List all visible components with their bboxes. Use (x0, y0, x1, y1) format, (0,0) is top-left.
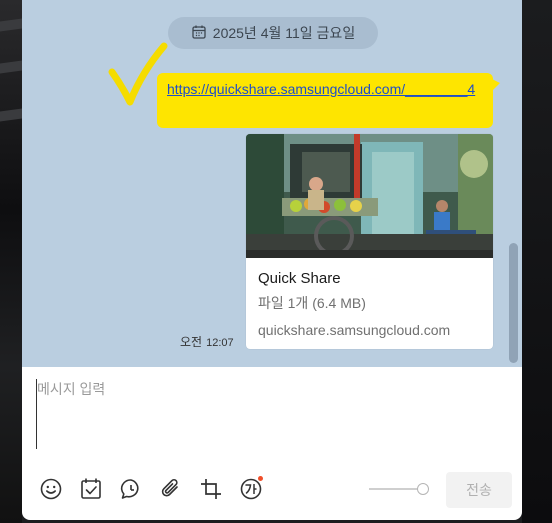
message-link[interactable]: https://quickshare.samsungcloud.com/____… (167, 81, 475, 97)
card-title: Quick Share (258, 270, 341, 287)
send-button[interactable]: 전송 (446, 472, 512, 508)
calendar-check-icon[interactable] (78, 476, 104, 502)
message-timestamp: 오전 12:07 (180, 333, 234, 350)
slider-track (369, 488, 423, 490)
message-area[interactable]: 2025년 4월 11일 금요일 https://quickshare.sams… (22, 0, 522, 367)
date-divider: 2025년 4월 11일 금요일 (168, 17, 378, 49)
composer-toolbar (38, 476, 264, 504)
link-preview-card[interactable]: Quick Share 파일 1개 (6.4 MB) quickshare.sa… (246, 134, 493, 349)
desktop-background-right (522, 0, 552, 523)
preview-thumbnail (246, 134, 493, 258)
calendar-icon (191, 24, 207, 43)
font-size-slider[interactable] (369, 482, 431, 496)
desktop-background-left (0, 0, 22, 523)
crop-icon[interactable] (198, 476, 224, 502)
date-label: 2025년 4월 11일 금요일 (212, 25, 356, 41)
emoji-icon[interactable] (38, 476, 64, 502)
chat-scrollbar[interactable] (509, 243, 518, 363)
card-file-info: 파일 1개 (6.4 MB) (258, 295, 366, 311)
card-host: quickshare.samsungcloud.com (258, 322, 451, 338)
timestamp-time: 12:07 (206, 337, 234, 349)
sent-message-bubble[interactable]: https://quickshare.samsungcloud.com/____… (157, 73, 500, 128)
chat-bubble-icon[interactable] (118, 476, 144, 502)
paperclip-icon[interactable] (158, 476, 184, 502)
slider-knob[interactable] (417, 483, 429, 495)
notification-dot (258, 476, 263, 481)
chat-window: 2025년 4월 11일 금요일 https://quickshare.sams… (22, 0, 522, 520)
text-style-icon[interactable] (238, 476, 264, 502)
message-input[interactable] (36, 379, 506, 449)
timestamp-ampm: 오전 (180, 335, 203, 349)
